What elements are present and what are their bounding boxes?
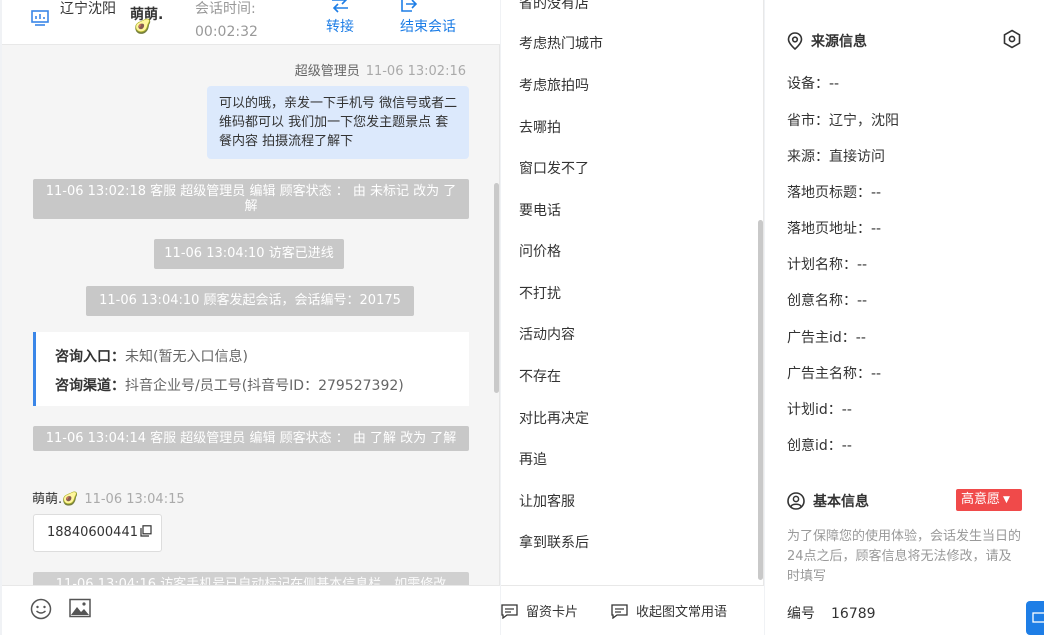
field-province-city: 省市：辽宁，沈阳 [787,113,899,129]
chat-panel: 辽宁沈阳 萌萌. 🥑 会话时间: 00:02:32 转接 结束会话 超级管理员 1… [2,0,500,635]
location-pin-icon [787,32,803,51]
emoji-icon[interactable] [30,598,52,620]
field-plan-id: 计划id：-- [787,402,852,418]
lead-card-button[interactable]: 留资卡片 [501,601,578,620]
visitor-region: 辽宁沈阳 [60,1,116,17]
phrase-item[interactable]: 去哪拍 [519,117,561,137]
entry-value: 未知(暂无入口信息) [125,349,248,365]
message-icon [1032,612,1044,623]
transfer-icon [332,0,348,13]
settings-hex-icon[interactable] [1002,29,1022,49]
avocado-emoji: 🥑 [134,19,152,35]
collapse-phrases-label: 收起图文常用语 [636,605,728,620]
chat-card-icon [501,604,518,620]
field-landing-title: 落地页标题：-- [787,185,882,201]
basic-info-label: 基本信息 [813,494,869,510]
end-session-button[interactable]: 结束会话 [396,0,460,38]
chat-input-toolbar [2,585,500,635]
phrase-item[interactable]: 要电话 [519,200,561,220]
field-id: 编号 16789 [787,606,876,622]
system-message: 11-06 13:04:10 顾客发起会话，会话编号：20175 [86,286,414,316]
channel-value: 抖音企业号/员工号(抖音号ID：279527392) [125,378,404,394]
transfer-label: 转接 [326,19,354,35]
visitor-message-sender: 萌萌.🥑 [32,492,79,507]
user-circle-icon [787,492,805,510]
field-creative-id: 创意id：-- [787,438,852,454]
chat-header: 辽宁沈阳 萌萌. 🥑 会话时间: 00:02:32 转接 结束会话 [2,0,500,45]
visitor-info-panel: 来源信息 设备：-- 省市：辽宁，沈阳 来源：直接访问 落地页标题：-- 落地页… [765,0,1044,635]
phrase-scrollbar[interactable] [758,220,763,580]
phrase-item[interactable]: 不打扰 [519,283,561,303]
field-advertiser-name: 广告主名称：-- [787,366,882,382]
entry-label: 咨询入口： [55,349,125,365]
end-session-label: 结束会话 [400,19,456,35]
source-info-label: 来源信息 [811,34,867,50]
system-message: 11-06 13:02:18 客服 超级管理员 编辑 顾客状态 ： 由 未标记 … [33,179,469,219]
image-icon[interactable] [69,598,91,618]
phrase-item[interactable]: 再追 [519,449,547,469]
phrase-item[interactable]: 考虑旅拍吗 [519,75,589,95]
phrase-item[interactable]: 不存在 [519,366,561,386]
visitor-phone-message: 18840600441 [33,514,162,552]
visitor-message-time: 11-06 13:04:15 [84,492,185,507]
field-advertiser-id: 广告主id：-- [787,330,866,346]
system-message: 11-06 13:04:16 访客手机号已自动标记在侧基本信息栏，如需修改 [33,572,469,585]
agent-message-time: 11-06 13:02:16 [365,64,466,79]
phrase-item[interactable]: 让加客服 [519,491,575,511]
agent-message-bubble: 可以的哦，亲发一下手机号 微信号或者二维码都可以 我们加一下您发主题景点 套餐内… [207,86,469,159]
visitor-message-meta: 萌萌.🥑 11-06 13:04:15 [32,488,185,507]
phrase-item[interactable]: 省的没有店 [519,0,589,13]
field-landing-url: 落地页地址：-- [787,221,882,237]
field-creative-name: 创意名称：-- [787,293,868,309]
collapse-phrases-button[interactable]: 收起图文常用语 [611,601,727,620]
intent-value: 高意愿 [961,492,1001,507]
session-time-label: 会话时间: [195,1,256,17]
session-time-value: 00:02:32 [195,24,258,40]
transfer-button[interactable]: 转接 [320,0,360,38]
consult-info-card: 咨询入口：未知(暂无入口信息) 咨询渠道：抖音企业号/员工号(抖音号ID：279… [33,332,469,406]
lead-card-label: 留资卡片 [526,605,579,620]
visitor-phone: 18840600441 [47,525,138,540]
field-device: 设备：-- [787,76,840,92]
phrase-item[interactable]: 窗口发不了 [519,158,589,178]
phrase-item[interactable]: 对比再决定 [519,408,589,428]
agent-name: 超级管理员 [294,64,360,79]
edit-notice: 为了保障您的使用体验，会话发生当日的24点之后，顾客信息将无法修改，请及时填写 [787,529,1022,584]
system-message: 11-06 13:04:14 客服 超级管理员 编辑 顾客状态 ： 由 了解 改… [33,426,469,451]
quick-phrase-list: 省的没有店 考虑热门城市 考虑旅拍吗 去哪拍 窗口发不了 要电话 问价格 不打扰… [501,0,764,585]
source-info-title: 来源信息 [787,31,867,51]
caret-down-icon: ▼ [1003,495,1010,505]
phrase-item[interactable]: 活动内容 [519,324,575,344]
phrase-item[interactable]: 考虑热门城市 [519,33,603,53]
logout-icon [401,0,418,12]
system-message: 11-06 13:04:10 访客已进线 [154,239,344,269]
field-source: 来源：直接访问 [787,149,885,165]
monitor-icon [31,10,49,26]
agent-message-meta: 超级管理员 11-06 13:02:16 [295,60,466,79]
message-list[interactable]: 超级管理员 11-06 13:02:16 可以的哦，亲发一下手机号 微信号或者二维… [2,46,500,585]
channel-label: 咨询渠道： [55,378,125,394]
copy-icon[interactable] [140,525,152,537]
basic-info-title: 基本信息 [787,491,869,511]
field-plan-name: 计划名称：-- [787,257,868,273]
chat-scrollbar[interactable] [494,183,499,393]
intent-dropdown[interactable]: 高意愿 ▼ [956,489,1022,511]
phrase-item[interactable]: 问价格 [519,241,561,261]
floating-chat-button[interactable] [1026,601,1044,635]
chat-text-icon [611,604,628,620]
phrase-item[interactable]: 拿到联系后 [519,532,589,552]
phrase-toolbar: 留资卡片 收起图文常用语 [501,585,764,635]
